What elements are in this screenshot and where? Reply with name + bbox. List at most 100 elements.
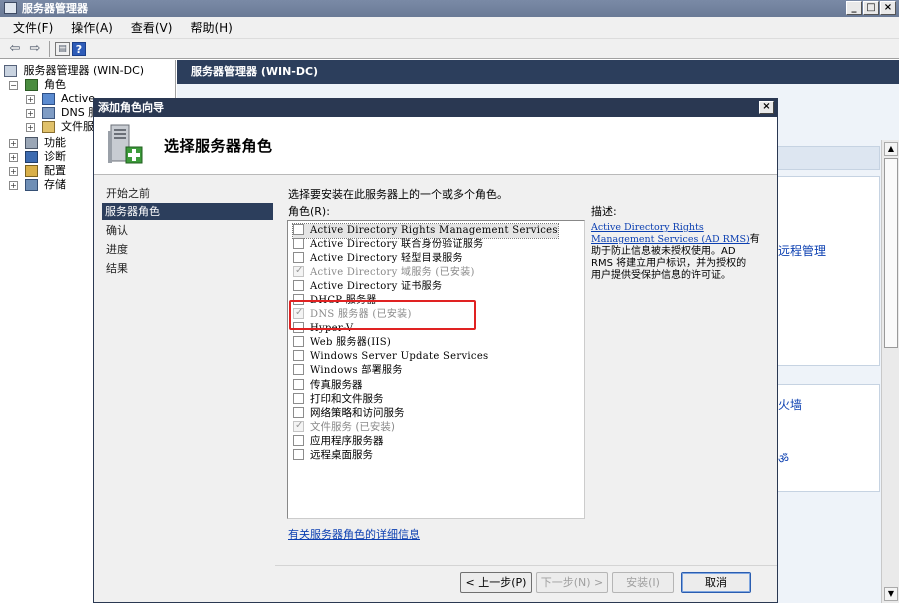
role-label: Active Directory 联合身份验证服务 — [310, 239, 484, 250]
expand-icon[interactable]: + — [9, 138, 18, 148]
expand-icon[interactable]: + — [26, 94, 35, 104]
role-checkbox[interactable] — [293, 364, 304, 375]
role-checkbox[interactable] — [293, 449, 304, 460]
role-checkbox[interactable] — [293, 350, 304, 361]
tree-item-server-manager[interactable]: 服务器管理器 (WIN-DC) — [4, 64, 144, 78]
menu-help[interactable]: 帮助(H) — [181, 19, 241, 36]
role-label: Windows 部署服务 — [310, 365, 403, 376]
role-iis[interactable]: Web 服务器(IIS) — [293, 336, 391, 350]
role-label: 文件服务 (已安装) — [310, 421, 396, 433]
role-label: 远程桌面服务 — [310, 449, 373, 461]
description-label: 描述: — [591, 205, 617, 218]
tree-label: 服务器管理器 (WIN-DC) — [23, 64, 145, 77]
dns-icon — [41, 107, 55, 119]
role-fax[interactable]: 传真服务器 — [293, 378, 363, 392]
tree-item-features[interactable]: + 功能 — [9, 136, 66, 150]
role-label: 传真服务器 — [310, 379, 363, 391]
maximize-button[interactable]: □ — [863, 1, 879, 15]
role-checkbox[interactable] — [293, 435, 304, 446]
expand-icon[interactable]: + — [9, 180, 18, 190]
section-header — [774, 146, 880, 170]
remote-management-link[interactable]: 远程管理 — [778, 242, 826, 259]
wizard-steps: 开始之前 服务器角色 确认 进度 结果 — [94, 176, 275, 602]
role-checkbox[interactable] — [293, 393, 304, 404]
cancel-button[interactable]: 取消 — [681, 572, 751, 593]
role-rds[interactable]: 远程桌面服务 — [293, 448, 373, 462]
step-before-you-begin[interactable]: 开始之前 — [103, 185, 273, 202]
role-checkbox[interactable] — [293, 238, 304, 249]
role-ad-cs[interactable]: Active Directory 证书服务 — [293, 280, 442, 294]
install-button: 安装(I) — [612, 572, 674, 593]
step-results: 结果 — [106, 262, 128, 275]
role-ad-rms[interactable]: Active Directory Rights Management Servi… — [292, 223, 559, 239]
link-fragment[interactable]: ॐ — [778, 450, 789, 467]
firewall-link[interactable]: 火墙 — [778, 396, 802, 413]
role-wds[interactable]: Windows 部署服务 — [293, 364, 403, 378]
menubar: 文件(F) 操作(A) 查看(V) 帮助(H) — [0, 17, 899, 39]
expand-icon[interactable]: + — [9, 166, 18, 176]
role-print[interactable]: 打印和文件服务 — [293, 392, 384, 406]
server-manager-icon — [4, 65, 17, 77]
show-hide-tree-icon[interactable]: ▤ — [55, 41, 70, 56]
scroll-down-icon[interactable]: ▼ — [884, 587, 898, 601]
role-ad-fs[interactable]: Active Directory 联合身份验证服务 — [293, 238, 483, 252]
tree-item-ad[interactable]: + Active — [26, 92, 95, 106]
more-about-roles-link[interactable]: 有关服务器角色的详细信息 — [288, 526, 420, 542]
tree-label: 角色 — [44, 78, 66, 91]
section-panel — [774, 176, 880, 366]
help-icon[interactable]: ? — [72, 41, 86, 56]
scroll-thumb[interactable] — [884, 158, 898, 348]
expand-icon[interactable]: + — [9, 152, 18, 162]
diagnostics-icon — [24, 151, 38, 163]
role-label: Active Directory 轻型目录服务 — [310, 253, 463, 264]
role-ad-lds[interactable]: Active Directory 轻型目录服务 — [293, 252, 463, 266]
role-checkbox[interactable] — [293, 224, 304, 235]
role-wsus[interactable]: Windows Server Update Services — [293, 350, 488, 364]
role-ad-ds: ✓ Active Directory 域服务 (已安装) — [293, 265, 475, 280]
menu-file[interactable]: 文件(F) — [4, 19, 62, 36]
menu-action[interactable]: 操作(A) — [62, 19, 122, 36]
window-controls: _ □ × — [846, 1, 896, 15]
file-services-icon — [41, 121, 55, 133]
close-button[interactable]: × — [880, 1, 896, 15]
tree-item-file[interactable]: + 文件服 — [26, 120, 94, 134]
step-progress: 进度 — [106, 243, 128, 256]
role-description: Active Directory Rights Management Servi… — [591, 222, 771, 282]
role-npas[interactable]: 网络策略和访问服务 — [293, 406, 405, 420]
server-manager-icon — [4, 2, 17, 14]
description-link[interactable]: Active Directory Rights — [591, 222, 704, 233]
tree-item-configuration[interactable]: + 配置 — [9, 164, 66, 178]
role-checkbox[interactable] — [293, 379, 304, 390]
tree-item-roles[interactable]: − 角色 — [9, 78, 66, 92]
back-button[interactable]: < 上一步(P) — [460, 572, 532, 593]
role-checkbox[interactable] — [293, 407, 304, 418]
back-arrow-icon[interactable]: ⇦ — [6, 41, 24, 57]
ad-icon — [41, 93, 55, 105]
scroll-up-icon[interactable]: ▲ — [884, 142, 898, 156]
tree-item-storage[interactable]: + 存储 — [9, 178, 66, 192]
tree-item-dns[interactable]: + DNS 服 — [26, 106, 99, 120]
role-label: Active Directory 域服务 (已安装) — [310, 267, 475, 278]
role-label: Active Directory 证书服务 — [310, 281, 443, 292]
role-checkbox[interactable] — [293, 252, 304, 263]
role-checkbox[interactable] — [293, 280, 304, 291]
collapse-icon[interactable]: − — [9, 80, 18, 90]
role-checkbox[interactable] — [293, 336, 304, 347]
tree-label: 文件服 — [61, 120, 94, 133]
roles-list[interactable]: Active Directory Rights Management Servi… — [287, 220, 585, 519]
dns-highlight-box — [289, 300, 476, 330]
description-link[interactable]: Management Services (AD RMS) — [591, 234, 750, 245]
minimize-button[interactable]: _ — [846, 1, 862, 15]
forward-arrow-icon[interactable]: ⇨ — [26, 41, 44, 57]
tree-item-diagnostics[interactable]: + 诊断 — [9, 150, 66, 164]
right-pane-scrollbar[interactable]: ▲ ▼ — [881, 140, 899, 603]
instruction-text: 选择要安装在此服务器上的一个或多个角色。 — [288, 188, 508, 201]
expand-icon[interactable]: + — [26, 108, 35, 118]
tree-label: Active — [61, 92, 96, 105]
role-app-server[interactable]: 应用程序服务器 — [293, 434, 384, 448]
wizard-content: 选择要安装在此服务器上的一个或多个角色。 角色(R): 描述: Active D… — [275, 176, 777, 602]
dialog-close-button[interactable]: × — [759, 101, 774, 114]
expand-icon[interactable]: + — [26, 122, 35, 132]
menu-view[interactable]: 查看(V) — [122, 19, 182, 36]
step-server-roles[interactable]: 服务器角色 — [102, 203, 273, 220]
